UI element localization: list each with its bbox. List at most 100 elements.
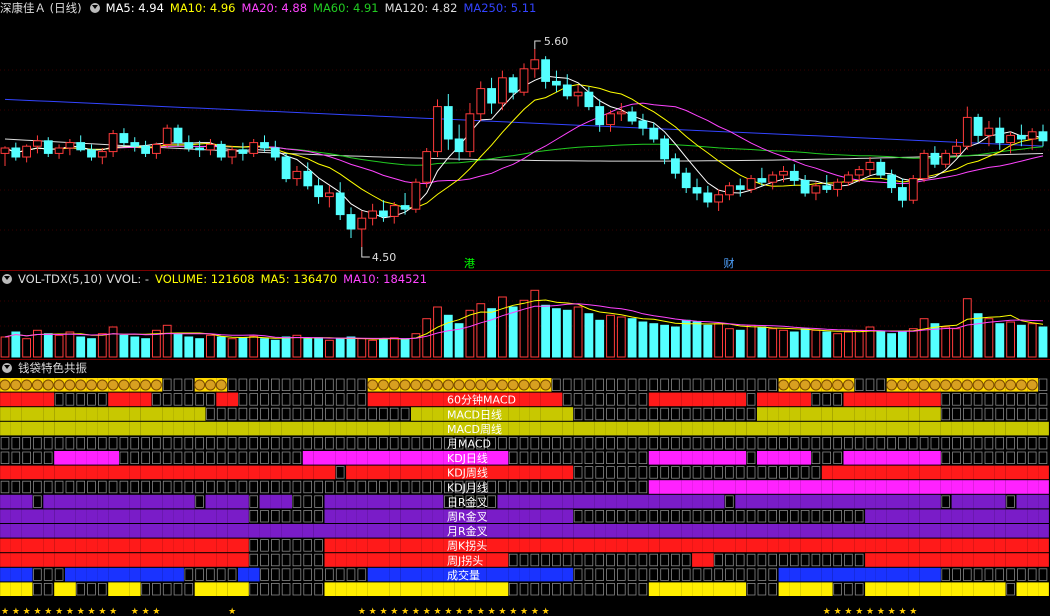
signal-title[interactable]: 钱袋特色共振: [18, 361, 87, 375]
signal-cell-off: [206, 437, 215, 450]
signal-grid[interactable]: 60分钟MACDMACD日线MACD周线月MACDKDJ日线KDJ周线KDJ月线…: [0, 360, 1050, 616]
signal-cell-on: [778, 407, 790, 421]
signal-cell-off: [746, 378, 756, 392]
candle-up: [573, 91, 583, 97]
signal-cell-off: [314, 539, 323, 552]
signal-cell-off: [303, 495, 312, 508]
signal-cell-off: [811, 437, 821, 450]
signal-cell-off: [573, 378, 583, 392]
signal-cell-on: [551, 392, 563, 407]
signal-cell-off: [487, 480, 496, 494]
signal-cell-on: [562, 509, 574, 523]
signal-cell-on: [984, 421, 995, 436]
candle-down: [876, 161, 886, 176]
signal-cell-off: [400, 480, 410, 494]
stock-name[interactable]: 深康佳Ａ (日线): [0, 1, 82, 15]
candle-down: [930, 152, 940, 165]
signal-settings-icon[interactable]: [2, 363, 12, 373]
price-pane[interactable]: 5.60 4.50 港财 深康佳Ａ (日线) MA5: 4.94 MA10: 4.96 M…: [0, 0, 1050, 270]
candle-down: [87, 149, 96, 158]
signal-cell-on: [951, 465, 963, 480]
signal-cell-on: [65, 465, 76, 480]
signal-cell-on: [1027, 494, 1039, 509]
signal-cell-off: [270, 480, 280, 494]
volume-bar-down: [627, 318, 637, 358]
volume-bar-down: [141, 338, 150, 358]
signal-cell-on: [486, 451, 498, 465]
signal-cell-off: [346, 393, 356, 406]
signal-cell-on: [411, 538, 422, 553]
signal-cell-off: [963, 407, 972, 421]
signal-cell-on: [140, 392, 152, 407]
volume-indicator-name[interactable]: VOL-TDX(5,10): [18, 272, 102, 286]
volume-pane[interactable]: VOL-TDX(5,10) VVOL: - VOLUME: 121608 MA5: 1…: [0, 271, 1050, 359]
signal-cell-on: [378, 553, 390, 567]
signal-cell-on: [216, 509, 228, 523]
signal-cell-on: [702, 553, 714, 567]
money-bag-icon: [896, 379, 908, 391]
signal-cell-on: [854, 538, 866, 553]
signal-cell-off: [800, 466, 810, 479]
signal-cell-on: [86, 524, 98, 538]
signal-cell-on: [486, 465, 498, 480]
signal-cell-off: [638, 437, 648, 450]
volume-bar-up: [162, 324, 172, 358]
signal-cell-on: [519, 524, 530, 538]
signal-cell-off: [227, 568, 237, 581]
signal-cell-on: [378, 465, 390, 480]
signal-cell-off: [260, 480, 269, 494]
signal-cell-on: [43, 494, 55, 509]
signal-cell-on: [627, 538, 638, 553]
signal-cell-on: [659, 494, 671, 509]
settings-dropdown-icon[interactable]: [89, 3, 100, 13]
signal-cell-off: [292, 495, 302, 508]
star-icon: ★: [444, 607, 452, 616]
money-bag-icon: [518, 379, 530, 391]
signal-cell-on: [97, 538, 109, 553]
signal-cell-on: [54, 407, 65, 421]
signal-cell-on: [302, 524, 314, 538]
candle-down: [508, 77, 518, 93]
signal-pane[interactable]: 60分钟MACD MACD日线 MACD周线 月MACD KDJ日线 KDJ周线 KDJ月线…: [0, 360, 1050, 616]
signal-cell-off: [325, 407, 334, 421]
signal-cell-on: [129, 553, 141, 567]
signal-cell-on: [216, 465, 228, 480]
signal-cell-off: [779, 553, 788, 567]
volume-bar-up: [573, 306, 583, 358]
signal-cell-on: [1027, 421, 1039, 436]
price-chart[interactable]: 5.604.50 港财: [0, 0, 1050, 270]
signal-cell-on: [800, 451, 811, 465]
volume-settings-icon[interactable]: [2, 274, 12, 284]
signal-cell-on: [32, 509, 44, 523]
signal-cell-on: [324, 465, 336, 480]
signal-cell-on: [162, 407, 174, 421]
signal-cell-on: [205, 494, 217, 509]
signal-cell-off: [1038, 568, 1048, 581]
volume-bar-down: [800, 328, 810, 358]
signal-cell-off: [346, 407, 356, 421]
candle-up: [984, 127, 994, 136]
signal-cell-on: [973, 553, 984, 567]
signal-cell-off: [876, 437, 886, 450]
signal-cell-off: [173, 437, 183, 450]
volume-bar-up: [952, 328, 961, 358]
signal-cell-off: [584, 582, 594, 596]
signal-cell-on: [529, 392, 541, 407]
volume-bar-up: [357, 338, 367, 358]
signal-cell-on: [875, 509, 887, 523]
signal-cell-off: [854, 378, 864, 392]
star-icon: ★: [488, 607, 496, 616]
volume-bar-down: [681, 319, 691, 358]
signal-cell-on: [648, 582, 660, 596]
signal-cell-on: [75, 421, 87, 436]
signal-cell-on: [659, 582, 671, 596]
signal-cell-on: [389, 524, 401, 538]
signal-cell-off: [530, 553, 540, 567]
signal-cell-on: [378, 567, 390, 582]
signal-cell-on: [194, 553, 206, 567]
candle-down: [887, 174, 897, 189]
signal-cell-on: [497, 465, 509, 480]
signal-cell-on: [757, 392, 768, 407]
signal-cell-on: [421, 538, 433, 553]
signal-cell-off: [725, 495, 734, 508]
